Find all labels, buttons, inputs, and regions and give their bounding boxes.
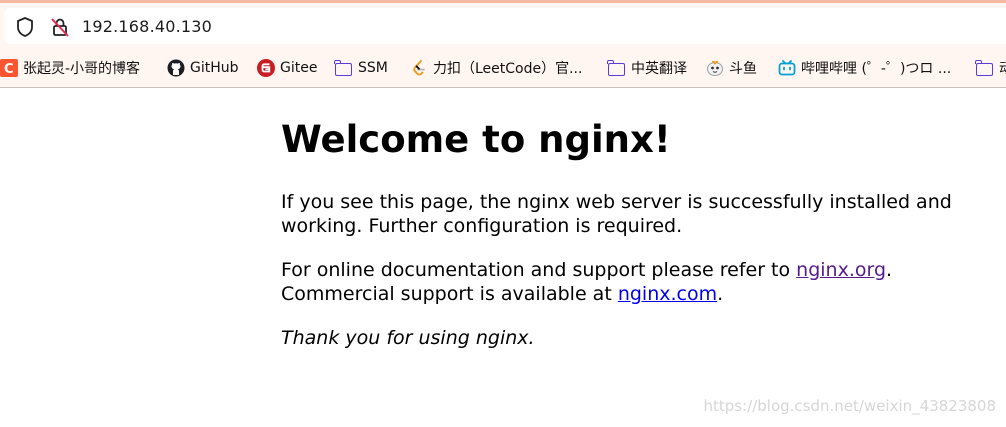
leetcode-icon (410, 59, 428, 77)
bookmark-label: 动 (999, 58, 1006, 78)
bookmark-csdn-blog[interactable]: C 张起灵-小哥的博客 (0, 57, 140, 79)
commercial-text-prefix: Commercial support is available at (281, 283, 618, 305)
bookmarks-toolbar: C 张起灵-小哥的博客 GitHub Gitee SSM 力扣（LeetCode… (0, 49, 1006, 88)
bookmark-label: 哔哩哔哩 (゜-゜)つロ ... (801, 61, 952, 77)
bookmark-douyu[interactable]: 斗鱼 (706, 57, 757, 79)
svg-text:C: C (4, 62, 14, 77)
folder-icon (607, 59, 626, 77)
address-bar: 192.168.40.130 (0, 3, 1006, 49)
shield-icon[interactable] (14, 16, 36, 38)
thank-you-text: Thank you for using nginx. (281, 327, 535, 349)
bookmark-bilibili[interactable]: 哔哩哔哩 (゜-゜)つロ ... (778, 57, 951, 79)
bookmark-label: 力扣（LeetCode）官... (433, 61, 583, 77)
bookmark-github[interactable]: GitHub (167, 57, 239, 79)
nginx-com-link[interactable]: nginx.com (618, 283, 717, 305)
install-paragraph: If you see this page, the nginx web serv… (281, 190, 952, 238)
bookmark-gitee[interactable]: Gitee (257, 57, 317, 79)
page-title: Welcome to nginx! (281, 118, 671, 161)
bookmark-label: Gitee (280, 60, 318, 76)
bookmark-label: 张起灵-小哥的博客 (23, 61, 141, 77)
csdn-icon: C (0, 59, 18, 77)
url-text[interactable]: 192.168.40.130 (82, 17, 212, 36)
nginx-org-link[interactable]: nginx.org (796, 259, 886, 281)
install-line-2: working. Further configuration is requir… (281, 215, 683, 237)
bookmark-leetcode[interactable]: 力扣（LeetCode）官... (410, 57, 582, 79)
support-text-prefix: For online documentation and support ple… (281, 259, 797, 281)
folder-icon (975, 59, 994, 77)
bookmark-label: SSM (358, 60, 388, 76)
bookmark-label: GitHub (190, 60, 239, 76)
support-text-period: . (886, 259, 893, 281)
bookmark-folder-ssm[interactable]: SSM (334, 57, 388, 79)
watermark: https://blog.csdn.net/weixin_43823808 (703, 397, 996, 415)
bookmark-folder-overflow[interactable]: 动 (975, 57, 1006, 79)
folder-icon (334, 59, 353, 77)
bilibili-icon (778, 59, 796, 77)
lock-slash-icon[interactable] (49, 16, 71, 38)
douyu-icon (706, 59, 724, 77)
support-paragraph: For online documentation and support ple… (281, 258, 892, 306)
install-line-1: If you see this page, the nginx web serv… (281, 191, 952, 213)
gitee-icon (257, 59, 275, 77)
bookmark-label: 中英翻译 (631, 61, 687, 77)
commercial-text-period: . (717, 283, 724, 305)
bookmark-label: 斗鱼 (729, 61, 757, 77)
github-icon (167, 59, 185, 77)
bookmark-folder-translate[interactable]: 中英翻译 (607, 57, 687, 79)
